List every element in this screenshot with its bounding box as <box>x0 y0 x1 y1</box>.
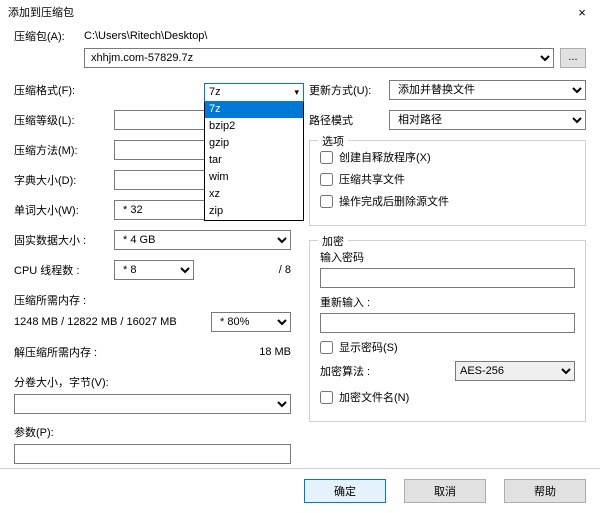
ok-button[interactable]: 确定 <box>304 479 386 503</box>
memd-label: 解压缩所需内存 : <box>14 344 97 360</box>
split-label: 分卷大小，字节(V): <box>14 374 109 390</box>
pathmode-select[interactable]: 相对路径 <box>389 110 586 130</box>
shared-checkbox[interactable]: 压缩共享文件 <box>320 171 575 187</box>
help-button[interactable]: 帮助 <box>504 479 586 503</box>
memc-label: 压缩所需内存 : <box>14 292 291 308</box>
format-option[interactable]: bzip2 <box>205 118 303 135</box>
method-label: 压缩方法(M): <box>14 142 114 158</box>
window-title: 添加到压缩包 <box>8 4 74 20</box>
sfx-checkbox[interactable]: 创建自释放程序(X) <box>320 149 575 165</box>
dict-label: 字典大小(D): <box>14 172 114 188</box>
show-password-checkbox[interactable]: 显示密码(S) <box>320 339 575 355</box>
encryption-group-label: 加密 <box>318 233 348 249</box>
solid-label: 固实数据大小 : <box>14 232 114 248</box>
format-option[interactable]: gzip <box>205 135 303 152</box>
memd-value: 18 MB <box>259 346 291 358</box>
word-label: 单词大小(W): <box>14 202 114 218</box>
format-label: 压缩格式(F): <box>14 82 114 98</box>
cancel-button[interactable]: 取消 <box>404 479 486 503</box>
password-confirm-input[interactable] <box>320 313 575 333</box>
format-option[interactable]: tar <box>205 152 303 169</box>
algo-select[interactable]: AES-256 <box>455 361 575 381</box>
close-icon[interactable]: × <box>572 5 592 20</box>
format-option[interactable]: wim <box>205 169 303 186</box>
update-label: 更新方式(U): <box>309 82 389 98</box>
options-group: 选项 创建自释放程序(X) 压缩共享文件 操作完成后删除源文件 <box>309 140 586 226</box>
options-group-label: 选项 <box>318 133 348 149</box>
update-select[interactable]: 添加并替换文件 <box>389 80 586 100</box>
memc-note: 1248 MB / 12822 MB / 16027 MB <box>14 316 177 328</box>
archive-filename-input[interactable]: xhhjm.com-57829.7z <box>84 48 554 68</box>
format-option[interactable]: zip <box>205 203 303 220</box>
algo-label: 加密算法 : <box>320 363 370 379</box>
level-label: 压缩等级(L): <box>14 112 114 128</box>
format-select[interactable]: 7z ▾ <box>204 83 304 102</box>
params-input[interactable] <box>14 444 291 464</box>
format-option[interactable]: xz <box>205 186 303 203</box>
solid-select[interactable]: * 4 GB <box>114 230 291 250</box>
cpu-select[interactable]: * 8 <box>114 260 194 280</box>
browse-button[interactable]: ... <box>560 48 586 68</box>
archive-path: C:\Users\Ritech\Desktop\ <box>84 30 207 42</box>
pw2-label: 重新输入 : <box>320 294 575 310</box>
format-dropdown[interactable]: 7z ▾ 7z bzip2 gzip tar wim xz zip <box>204 83 304 221</box>
format-option[interactable]: 7z <box>205 101 303 118</box>
chevron-down-icon: ▾ <box>294 83 299 102</box>
params-label: 参数(P): <box>14 424 54 440</box>
memc-select[interactable]: * 80% <box>211 312 291 332</box>
pw1-label: 输入密码 <box>320 249 575 265</box>
split-select[interactable] <box>14 394 291 414</box>
cpu-max: / 8 <box>279 264 291 276</box>
delete-checkbox[interactable]: 操作完成后删除源文件 <box>320 193 575 209</box>
pathmode-label: 路径模式 <box>309 112 389 128</box>
encrypt-names-checkbox[interactable]: 加密文件名(N) <box>320 389 575 405</box>
encryption-group: 加密 输入密码 重新输入 : 显示密码(S) 加密算法 : AES-256 加密… <box>309 240 586 422</box>
password-input[interactable] <box>320 268 575 288</box>
cpu-label: CPU 线程数 : <box>14 262 114 278</box>
archive-label: 压缩包(A): <box>14 28 74 44</box>
